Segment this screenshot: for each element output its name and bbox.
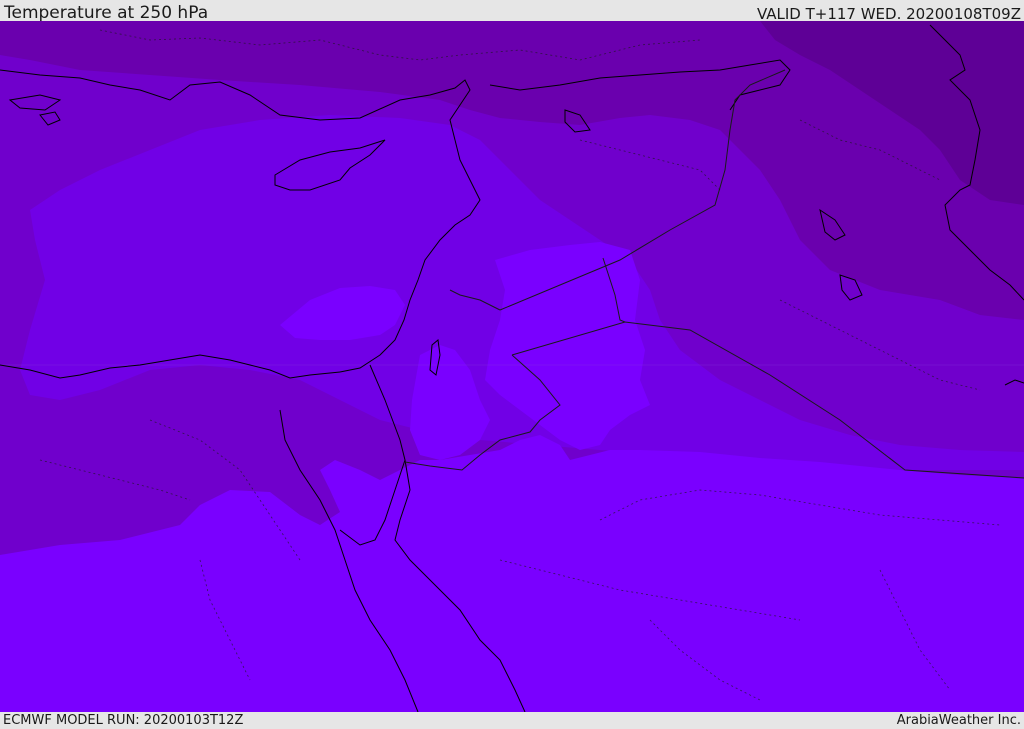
credit: ArabiaWeather Inc. bbox=[896, 713, 1021, 728]
footer-bar: ECMWF MODEL RUN: 20200103T12Z ArabiaWeat… bbox=[0, 712, 1024, 729]
map-title: Temperature at 250 hPa bbox=[4, 3, 209, 23]
model-run: ECMWF MODEL RUN: 20200103T12Z bbox=[3, 713, 244, 728]
temperature-map bbox=[0, 21, 1024, 712]
header-bar: Temperature at 250 hPa VALID T+117 WED. … bbox=[0, 0, 1024, 23]
